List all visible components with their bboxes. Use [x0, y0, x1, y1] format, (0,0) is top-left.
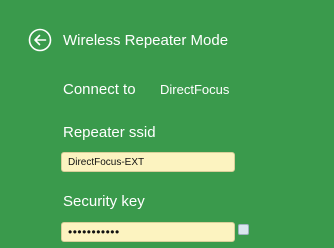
repeater-settings-screen: Wireless Repeater Mode Connect to Direct… — [0, 0, 334, 248]
connected-network-name: DirectFocus — [160, 82, 230, 97]
back-button[interactable] — [28, 28, 52, 52]
security-key-input[interactable] — [61, 222, 235, 242]
circle-arrow-left-icon — [28, 28, 52, 52]
repeater-ssid-input[interactable] — [61, 152, 235, 172]
connect-to-label: Connect to — [63, 81, 136, 98]
page-title: Wireless Repeater Mode — [63, 32, 229, 49]
show-password-checkbox[interactable] — [238, 224, 249, 235]
repeater-ssid-label: Repeater ssid — [63, 124, 156, 141]
security-key-label: Security key — [63, 193, 145, 210]
